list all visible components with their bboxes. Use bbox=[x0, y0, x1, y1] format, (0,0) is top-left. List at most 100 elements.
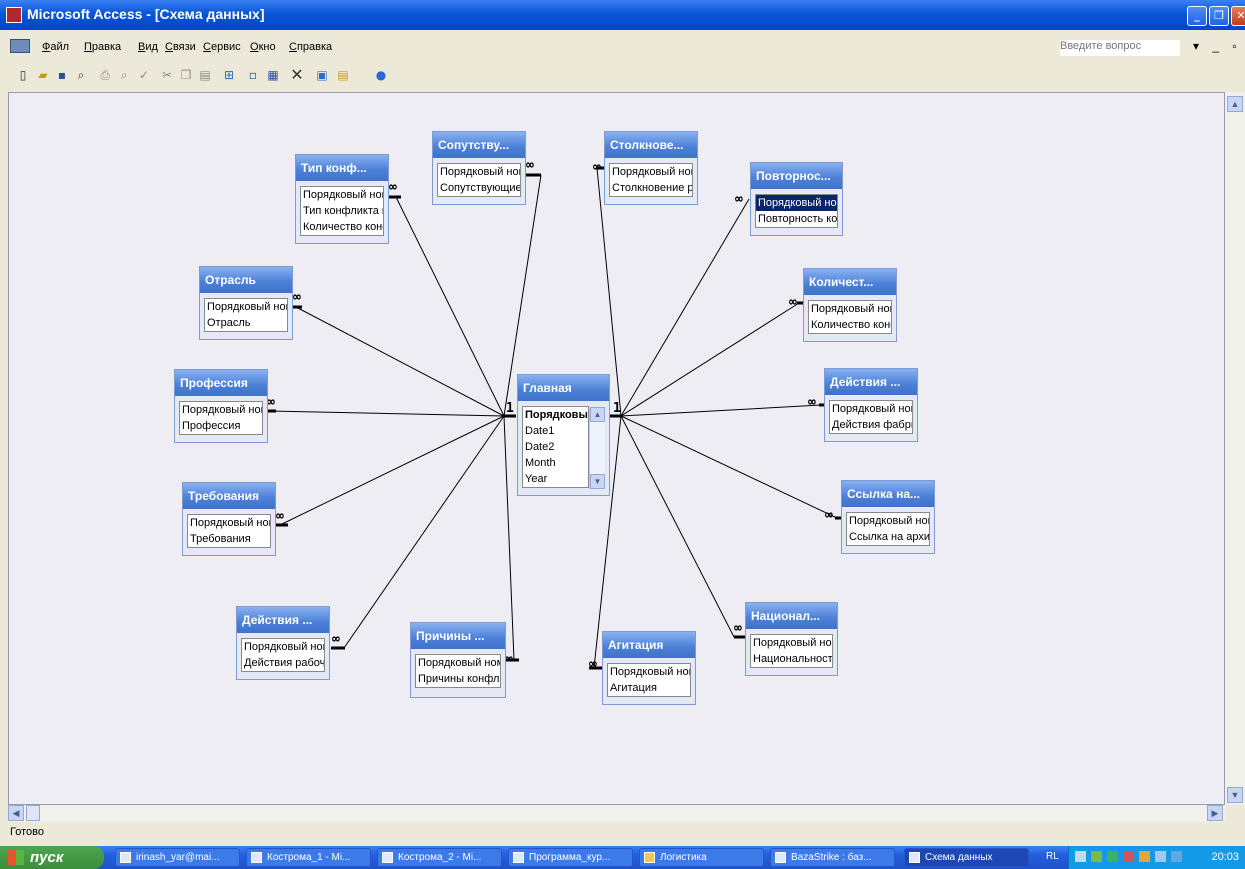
field-item[interactable]: Date2 bbox=[523, 439, 588, 455]
paste-icon[interactable]: ▤ bbox=[198, 68, 212, 82]
network-icon[interactable] bbox=[1075, 851, 1086, 862]
table-title[interactable]: Количест... bbox=[804, 269, 896, 295]
field-item[interactable]: Date1 bbox=[523, 423, 588, 439]
access-app-icon[interactable] bbox=[6, 7, 22, 23]
table-title[interactable]: Национал... bbox=[746, 603, 837, 629]
field-list[interactable]: Порядковый ном Столкновение р bbox=[609, 163, 693, 197]
table-factory-actions[interactable]: Действия ... Порядковый ном Действия фаб… bbox=[824, 368, 918, 442]
restore-button[interactable]: ❐ bbox=[1209, 6, 1229, 26]
field-item[interactable]: Агитация bbox=[608, 680, 690, 696]
taskbar-item-word-kostroma-2[interactable]: Кострома_2 - Mi... bbox=[377, 848, 502, 867]
field-item[interactable]: Столкновение р bbox=[610, 180, 692, 196]
table-title[interactable]: Повторнос... bbox=[751, 163, 842, 189]
field-item[interactable]: Порядковый ном bbox=[830, 401, 912, 417]
field-list[interactable]: Порядковый ном Причины конфли bbox=[415, 654, 501, 688]
print-preview-icon[interactable]: ⌕ bbox=[117, 68, 131, 82]
field-item[interactable]: Порядковый ном bbox=[610, 164, 692, 180]
field-item[interactable]: Ссылка на архив bbox=[847, 529, 929, 545]
field-item[interactable]: Порядковый ном bbox=[756, 195, 837, 211]
scroll-up-icon[interactable]: ▲ bbox=[590, 407, 605, 422]
print-icon[interactable]: ⎙ bbox=[98, 68, 112, 82]
help-icon[interactable]: ● bbox=[374, 68, 388, 82]
taskbar-item-word-kostroma-1[interactable]: Кострома_1 - Mi... bbox=[246, 848, 371, 867]
window-title-bar[interactable]: Microsoft Access - [Схема данных] _ ❐ ✕ bbox=[0, 0, 1245, 30]
field-list[interactable]: Порядковый ном Количество конф bbox=[808, 300, 892, 334]
field-item[interactable]: Количество конф bbox=[809, 317, 891, 333]
scroll-down-icon[interactable]: ▼ bbox=[1227, 787, 1243, 803]
field-list[interactable]: Порядковый ном Требования bbox=[187, 514, 271, 548]
close-button[interactable]: ✕ bbox=[1231, 6, 1245, 26]
field-item[interactable]: Действия рабоч bbox=[242, 655, 324, 671]
field-item[interactable]: Сопутствующие bbox=[438, 180, 520, 196]
field-item[interactable]: Month bbox=[523, 455, 588, 471]
taskbar-item-word-program[interactable]: Программа_кур... bbox=[508, 848, 633, 867]
table-title[interactable]: Требования bbox=[183, 483, 275, 509]
table-causes[interactable]: Причины ... Порядковый ном Причины конфл… bbox=[410, 622, 506, 698]
display-icon[interactable] bbox=[1171, 851, 1182, 862]
table-count[interactable]: Количест... Порядковый ном Количество ко… bbox=[803, 268, 897, 342]
field-list[interactable]: Порядковый ном Профессия bbox=[179, 401, 263, 435]
field-item[interactable]: Порядковый ном bbox=[180, 402, 262, 418]
menu-tools[interactable]: Сервис bbox=[203, 41, 241, 53]
field-list[interactable]: Порядковый ном Сопутствующие bbox=[437, 163, 521, 197]
field-item[interactable]: Порядковый ном bbox=[809, 301, 891, 317]
help-question-box[interactable]: Введите вопрос bbox=[1060, 40, 1180, 56]
field-list[interactable]: Порядковый ном Тип конфликта в Количеств… bbox=[300, 186, 384, 236]
delete-icon[interactable]: ✕ bbox=[290, 67, 304, 83]
table-archive-link[interactable]: Ссылка на... Порядковый ном Ссылка на ар… bbox=[841, 480, 935, 554]
relationship-canvas[interactable]: ∞ ∞ ∞ ∞ ∞ ∞ ∞ ∞ ∞ ∞ ∞ ∞ ∞ ∞ 1 1 Главная … bbox=[8, 92, 1225, 805]
relationships-window-icon[interactable] bbox=[10, 39, 30, 53]
table-title[interactable]: Главная bbox=[518, 375, 609, 401]
save-icon[interactable]: ▪ bbox=[55, 68, 69, 82]
table-repeat[interactable]: Повторнос... Порядковый ном Повторность … bbox=[750, 162, 843, 236]
field-item[interactable]: Количество конф bbox=[301, 219, 383, 235]
menu-edit[interactable]: Правка bbox=[84, 41, 121, 53]
menu-view[interactable]: Вид bbox=[138, 41, 158, 53]
field-list-scrollbar[interactable]: ▲ ▼ bbox=[589, 407, 605, 489]
table-nationality[interactable]: Национал... Порядковый ном Национальност… bbox=[745, 602, 838, 676]
minimize-button[interactable]: _ bbox=[1187, 6, 1207, 26]
table-title[interactable]: Агитация bbox=[603, 632, 695, 658]
new-object-icon[interactable]: ▤ bbox=[336, 68, 350, 82]
show-direct-icon[interactable]: ▫ bbox=[246, 68, 260, 82]
taskbar-item-access-db[interactable]: BazaStrike : баз... bbox=[770, 848, 895, 867]
antivirus-icon[interactable] bbox=[1123, 851, 1134, 862]
scroll-down-icon[interactable]: ▼ bbox=[590, 474, 605, 489]
scroll-left-icon[interactable]: ◀ bbox=[8, 805, 24, 821]
document-window-controls[interactable]: ▾ _ ▫ × bbox=[1193, 39, 1245, 53]
new-icon[interactable]: ▯ bbox=[16, 68, 30, 82]
field-list[interactable]: Порядковый ном Повторность ко bbox=[755, 194, 838, 228]
table-collision[interactable]: Столкнове... Порядковый ном Столкновение… bbox=[604, 131, 698, 205]
table-conflict-type[interactable]: Тип конф... Порядковый ном Тип конфликта… bbox=[295, 154, 389, 244]
field-item[interactable]: Национальность bbox=[751, 651, 832, 667]
field-list[interactable]: Порядковый ном Действия фабри bbox=[829, 400, 913, 434]
table-agitation[interactable]: Агитация Порядковый ном Агитация bbox=[602, 631, 696, 705]
connection-icon[interactable] bbox=[1155, 851, 1166, 862]
field-item[interactable]: Профессия bbox=[180, 418, 262, 434]
field-item[interactable]: Порядковый ном bbox=[205, 299, 287, 315]
field-item[interactable]: Порядковый ном bbox=[188, 515, 270, 531]
field-item[interactable]: Порядковый ном bbox=[242, 639, 324, 655]
scroll-right-icon[interactable]: ▶ bbox=[1207, 805, 1223, 821]
update-icon[interactable] bbox=[1139, 851, 1150, 862]
cut-icon[interactable]: ✂ bbox=[160, 68, 174, 82]
field-item[interactable]: Требования bbox=[188, 531, 270, 547]
table-title[interactable]: Действия ... bbox=[237, 607, 329, 633]
menu-file[interactable]: Файл bbox=[42, 41, 69, 53]
field-item[interactable]: Порядковый ном bbox=[416, 655, 500, 671]
table-title[interactable]: Сопутству... bbox=[433, 132, 525, 158]
database-window-icon[interactable]: ▣ bbox=[315, 68, 329, 82]
table-demands[interactable]: Требования Порядковый ном Требования bbox=[182, 482, 276, 556]
menu-window[interactable]: Окно bbox=[250, 41, 276, 53]
table-title[interactable]: Отрасль bbox=[200, 267, 292, 293]
field-item[interactable]: Порядковый ном bbox=[847, 513, 929, 529]
field-item[interactable]: Отрасль bbox=[205, 315, 287, 331]
file-search-icon[interactable]: ⌕ bbox=[74, 68, 88, 82]
field-item[interactable]: Тип конфликта в bbox=[301, 203, 383, 219]
table-title[interactable]: Действия ... bbox=[825, 369, 917, 395]
volume-icon[interactable] bbox=[1091, 851, 1102, 862]
table-main[interactable]: Главная Порядковый Date1 Date2 Month Yea… bbox=[517, 374, 610, 496]
table-industry[interactable]: Отрасль Порядковый ном Отрасль bbox=[199, 266, 293, 340]
field-item[interactable]: Year bbox=[523, 471, 588, 487]
field-list[interactable]: Порядковый Date1 Date2 Month Year bbox=[522, 406, 589, 488]
